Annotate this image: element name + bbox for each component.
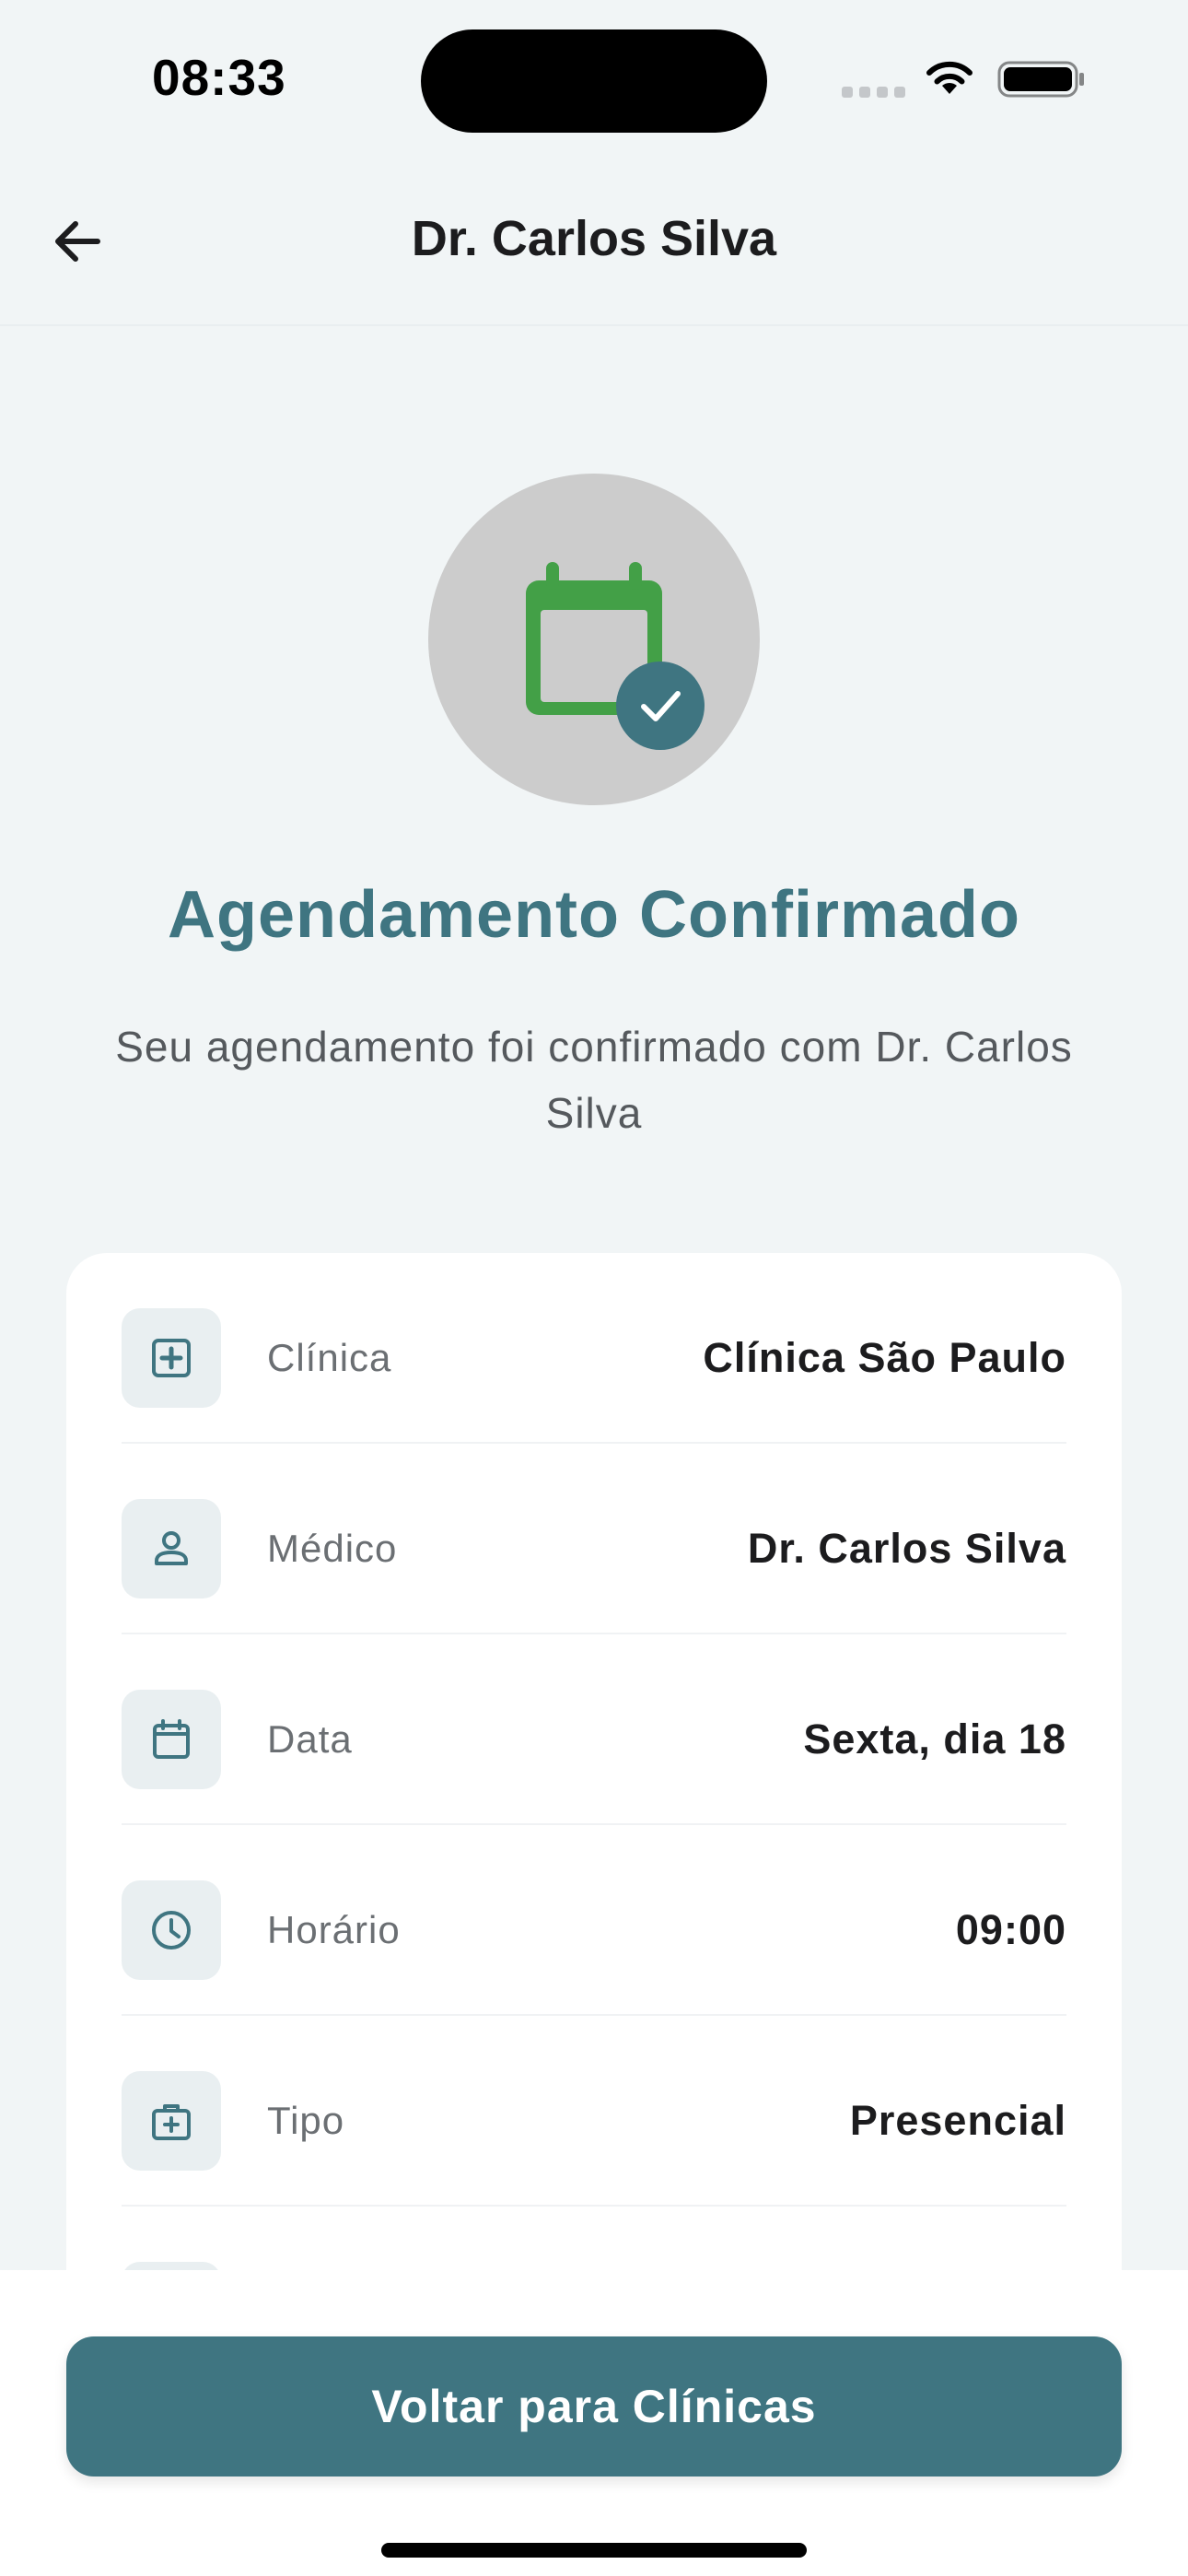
medical-bag-icon xyxy=(122,2071,221,2171)
header-divider xyxy=(0,324,1188,326)
dynamic-island xyxy=(421,29,767,133)
detail-label: Data xyxy=(267,1717,353,1761)
calendar-icon xyxy=(122,1690,221,1789)
detail-value: Clínica São Paulo xyxy=(703,1334,1066,1381)
detail-label: Clínica xyxy=(267,1336,392,1379)
detail-value: 09:00 xyxy=(955,1906,1066,1953)
status-bar: 08:33 xyxy=(0,0,1188,162)
confirmation-title: Agendamento Confirmado xyxy=(167,878,1020,952)
medical-plus-icon xyxy=(122,1308,221,1408)
app-header: Dr. Carlos Silva xyxy=(0,162,1188,326)
detail-label: Médico xyxy=(267,1527,398,1570)
detail-row-date: Data Sexta, dia 18 xyxy=(122,1634,1066,1825)
detail-value: Dr. Carlos Silva xyxy=(747,1525,1066,1572)
bottom-action-panel: Voltar para Clínicas xyxy=(0,2270,1188,2576)
detail-value: Sexta, dia 18 xyxy=(803,1715,1066,1762)
detail-label: Horário xyxy=(267,1908,401,1951)
detail-row-doctor: Médico Dr. Carlos Silva xyxy=(122,1444,1066,1634)
page-title: Dr. Carlos Silva xyxy=(411,211,777,266)
detail-label: Tipo xyxy=(267,2099,345,2142)
appointment-details-card: Clínica Clínica São Paulo Médico Dr. Car… xyxy=(66,1253,1122,2361)
wifi-icon xyxy=(926,61,973,94)
detail-row-clinic: Clínica Clínica São Paulo xyxy=(122,1253,1066,1444)
cellular-signal-icon xyxy=(842,87,906,98)
check-badge-icon xyxy=(616,662,705,750)
detail-row-time: Horário 09:00 xyxy=(122,1825,1066,2016)
home-indicator[interactable] xyxy=(381,2543,807,2558)
person-icon xyxy=(122,1499,221,1598)
confirmation-subtitle: Seu agendamento foi confirmado com Dr. C… xyxy=(115,1023,1073,1137)
back-to-clinics-button[interactable]: Voltar para Clínicas xyxy=(66,2336,1122,2476)
clock-icon xyxy=(122,1880,221,1980)
detail-row-type: Tipo Presencial xyxy=(122,2016,1066,2207)
battery-icon xyxy=(997,61,1084,98)
detail-value: Presencial xyxy=(849,2097,1066,2144)
status-time: 08:33 xyxy=(152,49,286,106)
